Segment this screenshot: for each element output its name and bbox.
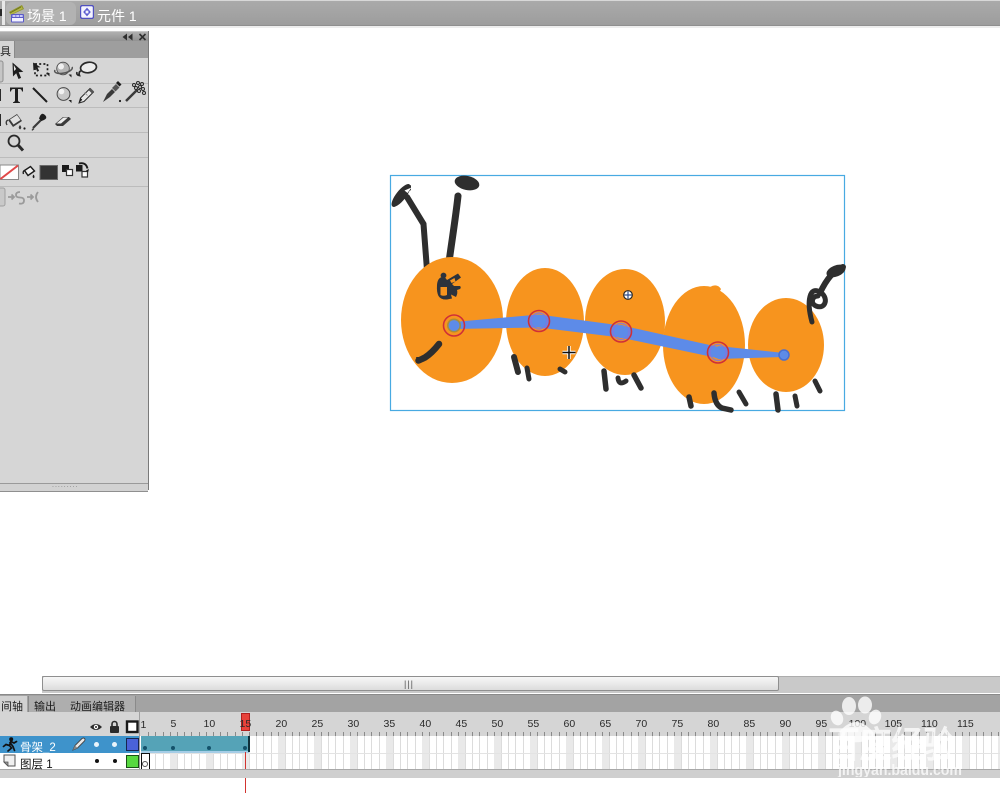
svg-text:jingyan.baidu.com: jingyan.baidu.com xyxy=(837,762,962,777)
svg-text:百度经验: 百度经验 xyxy=(828,724,955,765)
